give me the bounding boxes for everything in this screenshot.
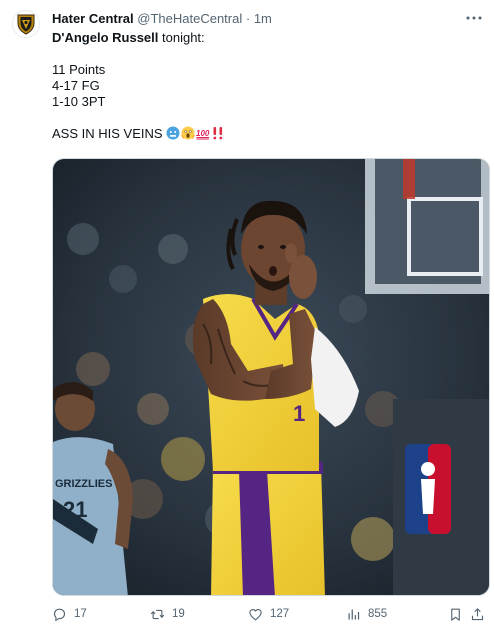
views-button[interactable]: 855: [346, 604, 387, 624]
stat-3pt: 1-10 3PT: [52, 94, 106, 109]
separator-dot: ·: [245, 11, 251, 26]
background-jersey-text: GRIZZLIES: [55, 478, 112, 490]
bookmark-button[interactable]: [448, 604, 470, 624]
more-options-button[interactable]: [464, 9, 484, 27]
like-button[interactable]: 127: [248, 604, 289, 624]
heart-icon: [249, 608, 262, 620]
action-bar: 17 19 127 855: [52, 604, 484, 624]
share-icon: [471, 607, 484, 620]
stat-points: 11 Points: [52, 62, 106, 77]
tweet-card[interactable]: Hater Central @TheHateCentral · 1m D'Ang…: [0, 0, 494, 632]
svg-text:100: 100: [196, 129, 210, 138]
retweet-icon: [150, 609, 165, 619]
analytics-bars-icon: [348, 609, 360, 619]
timestamp[interactable]: 1m: [254, 11, 272, 26]
ellipsis-icon: [466, 16, 482, 20]
share-button[interactable]: [470, 604, 492, 624]
tweet-line-1: D'Angelo Russell tonight:: [52, 30, 480, 46]
basketball-player-photo: GRIZZLIES 21 1: [53, 159, 489, 595]
reply-count: 17: [74, 608, 87, 620]
shield-logo-icon: [17, 14, 35, 35]
shot-clock-light: [403, 159, 415, 199]
closing-text: ASS IN HIS VEINS: [52, 126, 167, 141]
stat-fg: 4-17 FG: [52, 78, 100, 93]
screaming-face-emoji-icon: [181, 126, 195, 140]
cold-face-emoji-icon: [166, 126, 180, 140]
tweet-line-1-rest: tonight:: [158, 30, 205, 45]
reply-button[interactable]: 17: [52, 604, 87, 624]
tweet-header: Hater Central @TheHateCentral · 1m: [52, 10, 454, 28]
reply-icon: [53, 608, 66, 621]
closing-line: ASS IN HIS VEINS 100: [52, 126, 480, 142]
retweet-count: 19: [172, 608, 185, 620]
bookmark-icon: [451, 608, 460, 621]
tweet-photo[interactable]: GRIZZLIES 21 1: [52, 158, 490, 596]
avatar[interactable]: [12, 10, 40, 38]
mention-player-name: D'Angelo Russell: [52, 30, 159, 45]
like-count: 127: [270, 608, 290, 620]
author-handle[interactable]: @TheHateCentral: [137, 11, 242, 26]
tweet-text: D'Angelo Russell tonight: 11 Points 4-17…: [52, 30, 480, 142]
double-exclamation-emoji-icon: [213, 127, 223, 140]
views-count: 855: [368, 608, 388, 620]
hundred-points-emoji-icon: 100: [196, 129, 210, 140]
author-name[interactable]: Hater Central: [52, 11, 134, 26]
retweet-button[interactable]: 19: [150, 604, 185, 624]
main-jersey-number: 1: [293, 401, 305, 426]
